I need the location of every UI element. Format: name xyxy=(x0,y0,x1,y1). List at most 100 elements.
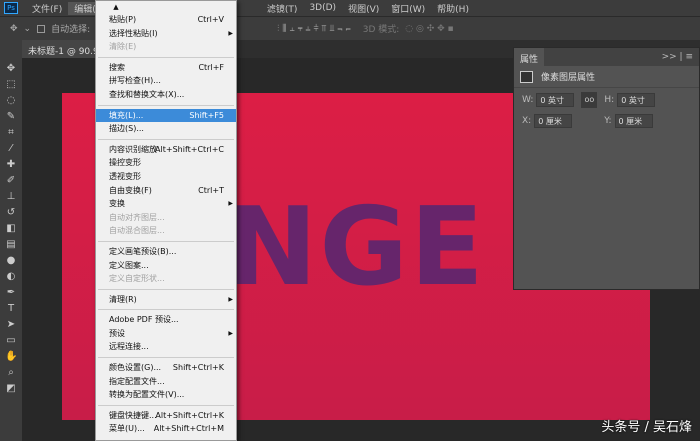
menu-item-label: 清除(E) xyxy=(109,42,137,52)
menu-item[interactable]: 远程连接... xyxy=(96,340,236,354)
menu-item[interactable]: 透视变形 xyxy=(96,170,236,184)
menu-item[interactable]: 转换为配置文件(V)... xyxy=(96,388,236,402)
dodge-tool-icon[interactable]: ◐ xyxy=(5,270,17,283)
menu-item-label: 查找和替换文本(X)... xyxy=(109,89,185,99)
lasso-tool-icon[interactable]: ◌ xyxy=(5,94,17,107)
menu-item-label: 搜索 xyxy=(109,62,125,72)
menu-item-label: Adobe PDF 预设... xyxy=(109,315,179,325)
menu-item-label: 定义画笔预设(B)... xyxy=(109,246,177,256)
menu-item-label: 菜单(U)... xyxy=(109,424,145,434)
history-brush-icon[interactable]: ↺ xyxy=(5,206,17,219)
crop-tool-icon[interactable]: ⌗ xyxy=(5,126,17,139)
menu-item-label: 预设 xyxy=(109,328,125,338)
menu-item-shortcut: Alt+Shift+Ctrl+M xyxy=(153,424,224,434)
move-tool-icon[interactable]: ✥ xyxy=(5,62,17,75)
path-select-tool-icon[interactable]: ➤ xyxy=(5,318,17,331)
menu-item[interactable]: 选择性粘贴(I) ▶ xyxy=(96,27,236,41)
h-label: H: xyxy=(604,95,615,105)
menu-filter[interactable]: 滤镜(T) xyxy=(261,2,304,15)
menu-item[interactable]: 预设 ▶ xyxy=(96,327,236,341)
auto-select-checkbox[interactable] xyxy=(37,24,46,33)
menu-item[interactable]: Adobe PDF 预设... xyxy=(96,313,236,327)
height-field[interactable]: 0 英寸 xyxy=(617,93,656,107)
menu-item[interactable]: 键盘快捷键... Alt+Shift+Ctrl+K xyxy=(96,409,236,423)
zoom-tool-icon[interactable]: ⌕ xyxy=(5,366,17,379)
link-icon[interactable]: oo xyxy=(581,92,598,108)
watermark: 头条号 / 吴石烽 xyxy=(601,420,692,435)
menu-item-label: 粘贴(P) xyxy=(109,15,137,24)
menu-item-label: 远程连接... xyxy=(109,342,149,352)
menu-item[interactable]: 指定配置文件... xyxy=(96,375,236,389)
align-icons[interactable]: ⫶ ⫼ ⫠ ⫧ ⫨ ⫩ ⫪ ⫫ ⫬ ⫭ xyxy=(277,24,351,34)
menu-item-label: 自动混合图层... xyxy=(109,226,165,236)
menu-item[interactable]: 描边(S)... xyxy=(96,122,236,136)
menu-item-label: 操控变形 xyxy=(109,158,141,168)
width-field[interactable]: 0 英寸 xyxy=(536,93,575,107)
menu-item-label: 颜色设置(G)... xyxy=(109,363,162,373)
menu-view[interactable]: 视图(V) xyxy=(342,2,385,15)
3d-tool-icons[interactable]: ◌ ◎ ✣ ✥ ▪ xyxy=(405,24,453,34)
menu-item[interactable]: 操控变形 xyxy=(96,156,236,170)
document-tab[interactable]: 未标题-1 @ 90.9% xyxy=(22,40,102,58)
image-layer-icon xyxy=(520,70,533,83)
brush-tool-icon[interactable]: ✐ xyxy=(5,174,17,187)
eyedropper-tool-icon[interactable]: ⁄ xyxy=(5,142,17,155)
menu-item[interactable]: 菜单(U)... Alt+Shift+Ctrl+M xyxy=(96,422,236,436)
menu-item[interactable]: 查找和替换文本(X)... xyxy=(96,88,236,102)
canvas-text: NGE xyxy=(227,185,486,310)
type-tool-icon[interactable]: T xyxy=(5,302,17,315)
chevron-down-icon[interactable]: ⌄ xyxy=(24,24,32,34)
menu-item[interactable]: 内容识别缩放 Alt+Shift+Ctrl+C xyxy=(96,143,236,157)
menu-separator xyxy=(98,240,234,242)
properties-panel: 属性 >> | ≡ 像素图层属性 W: 0 英寸 oo H: 0 英寸 X: 0… xyxy=(513,47,700,290)
y-label: Y: xyxy=(604,116,612,126)
menu-item[interactable]: 自由变换(F) Ctrl+T xyxy=(96,184,236,198)
menu-item[interactable]: 拼写检查(H)... xyxy=(96,74,236,88)
toolbar-header xyxy=(0,40,22,58)
x-label: X: xyxy=(522,116,532,126)
photoshop-logo: Ps xyxy=(4,2,18,14)
menu-item[interactable]: 搜索 Ctrl+F xyxy=(96,61,236,75)
menu-item-label: 描边(S)... xyxy=(109,124,144,134)
marquee-tool-icon[interactable]: ⬚ xyxy=(5,78,17,91)
submenu-arrow-icon: ▶ xyxy=(228,295,233,303)
shape-tool-icon[interactable]: ▭ xyxy=(5,334,17,347)
menu-item-label: 转换为配置文件(V)... xyxy=(109,390,185,400)
menu-item[interactable]: 填充(L)... Shift+F5 xyxy=(96,108,236,123)
menu-item-label: 拼写检查(H)... xyxy=(109,76,161,86)
menu-item[interactable]: 变换 ▶ xyxy=(96,197,236,211)
gradient-tool-icon[interactable]: ▤ xyxy=(5,238,17,251)
x-field[interactable]: 0 厘米 xyxy=(534,114,573,128)
eraser-tool-icon[interactable]: ◧ xyxy=(5,222,17,235)
menu-item-shortcut: Ctrl+T xyxy=(198,185,224,195)
menu-item[interactable]: 定义图案... xyxy=(96,259,236,273)
healing-tool-icon[interactable]: ✚ xyxy=(5,158,17,171)
menu-separator xyxy=(98,56,234,58)
stamp-tool-icon[interactable]: ⊥ xyxy=(5,190,17,203)
menu-item-label: 内容识别缩放 xyxy=(109,144,157,154)
blur-tool-icon[interactable]: ● xyxy=(5,254,17,267)
menu-item-label: 定义自定形状... xyxy=(109,274,165,284)
quick-select-tool-icon[interactable]: ✎ xyxy=(5,110,17,123)
hand-tool-icon[interactable]: ✋ xyxy=(5,350,17,363)
menu-window[interactable]: 窗口(W) xyxy=(385,2,431,15)
mode-3d-label: 3D 模式: xyxy=(362,25,400,35)
menu-item: 定义自定形状... xyxy=(96,272,236,286)
color-swatches-icon[interactable]: ◩ xyxy=(5,382,17,395)
menu-item-shortcut: Alt+Shift+Ctrl+K xyxy=(155,410,224,420)
menu-3d[interactable]: 3D(D) xyxy=(303,3,342,13)
panel-menu-icon[interactable]: >> | ≡ xyxy=(662,52,693,62)
menu-item[interactable]: 定义画笔预设(B)... xyxy=(96,245,236,259)
properties-tab[interactable]: 属性 xyxy=(514,48,544,66)
menu-item[interactable]: 清理(R) ▶ xyxy=(96,293,236,307)
scroll-up-icon[interactable]: ▲ xyxy=(96,1,236,13)
menu-item-label: 自动对齐图层... xyxy=(109,212,165,222)
menu-item[interactable]: 粘贴(P) Ctrl+V xyxy=(96,13,236,27)
menu-item-label: 填充(L)... xyxy=(109,110,144,120)
menu-help[interactable]: 帮助(H) xyxy=(431,2,475,15)
y-field[interactable]: 0 厘米 xyxy=(614,114,653,128)
menu-item[interactable]: 颜色设置(G)... Shift+Ctrl+K xyxy=(96,361,236,375)
pen-tool-icon[interactable]: ✒ xyxy=(5,286,17,299)
menu-file[interactable]: 文件(F) xyxy=(26,2,68,15)
edit-menu: ▲ 粘贴(P) Ctrl+V 选择性粘贴(I) ▶ 清除(E) 搜索 Ctrl+F 拼写检查(… xyxy=(95,0,237,441)
